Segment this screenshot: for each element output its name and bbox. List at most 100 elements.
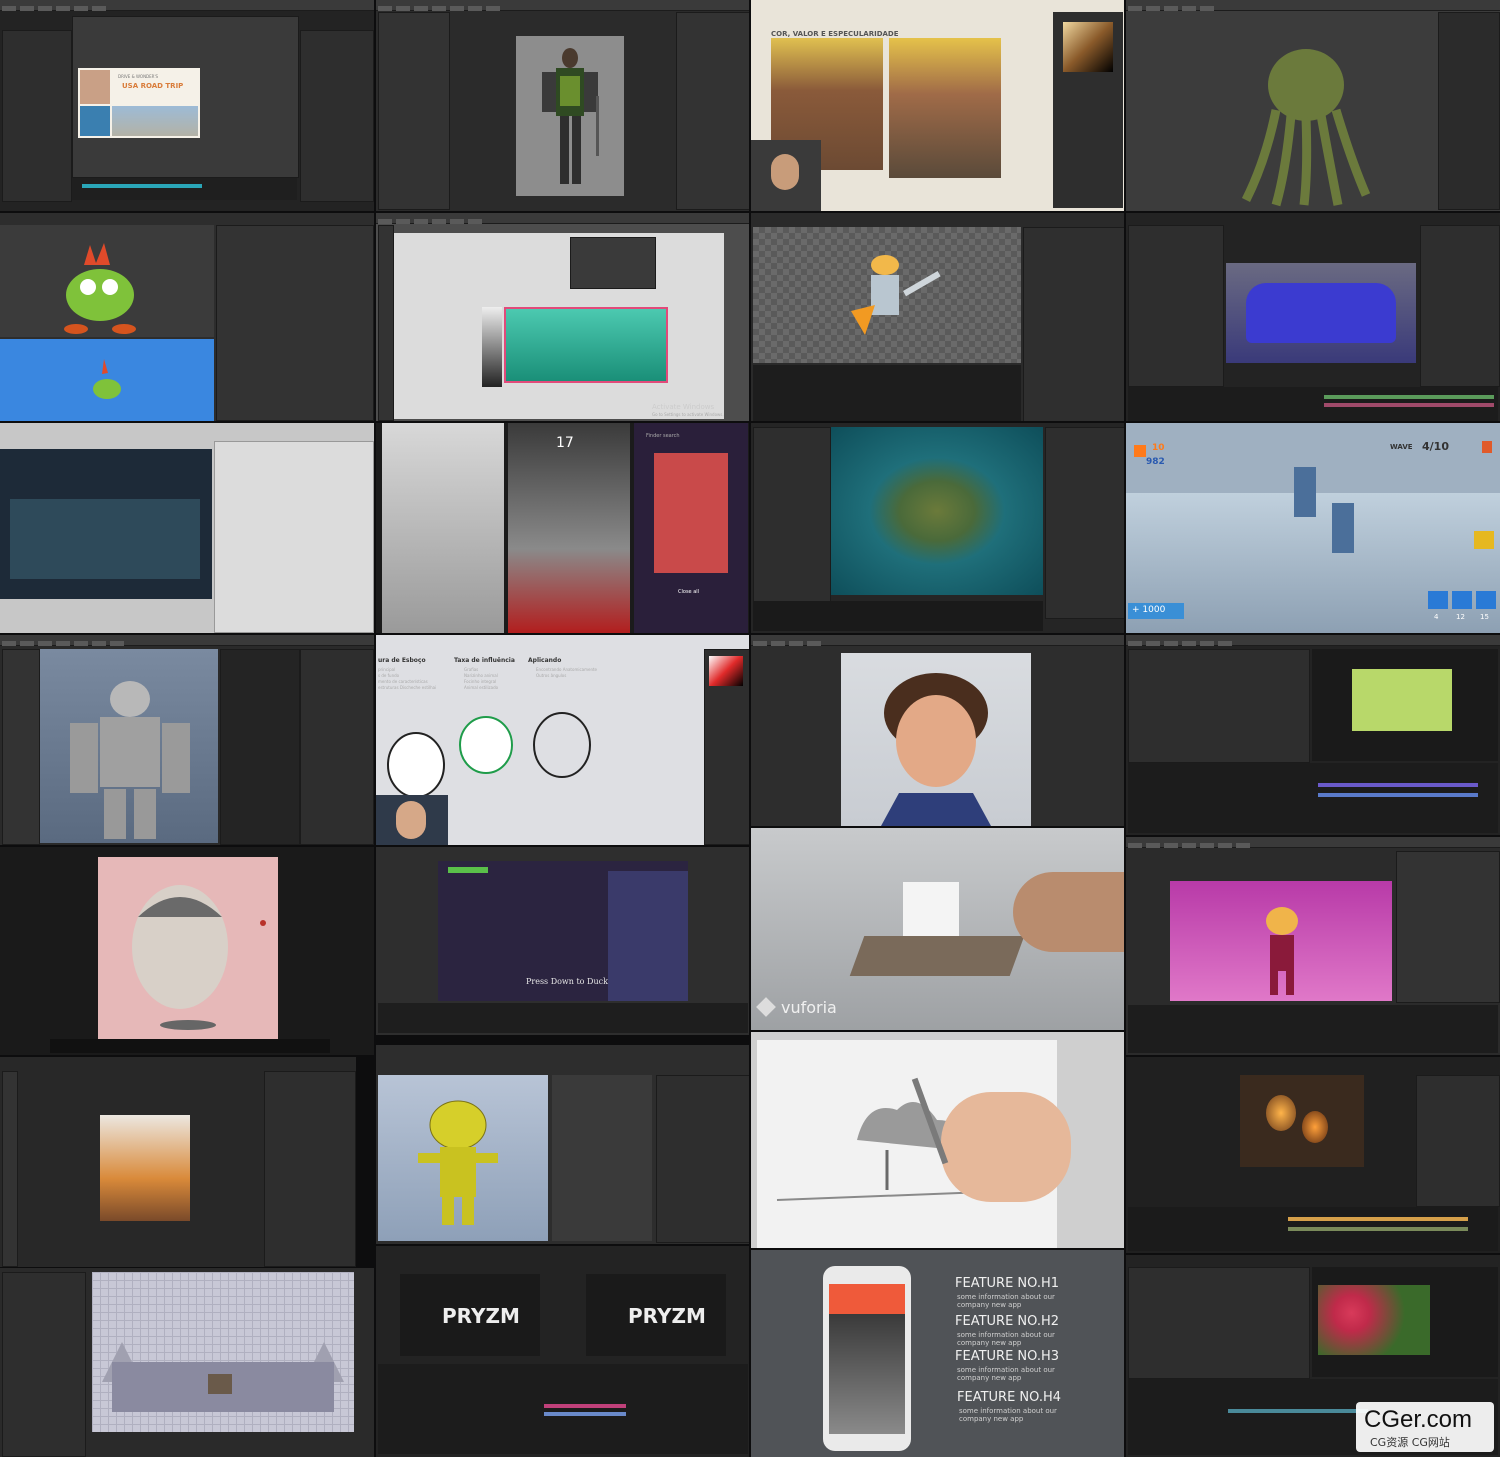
wave-label: WAVE: [1390, 443, 1413, 451]
materials-panel[interactable]: [300, 649, 374, 845]
feature-title: FEATURE NO.H4: [957, 1390, 1062, 1405]
select-button[interactable]: [1474, 531, 1494, 549]
character-panel[interactable]: [570, 237, 656, 289]
timeline[interactable]: [1128, 1207, 1498, 1251]
outliner-panel[interactable]: [220, 649, 300, 845]
site-watermark: CGer.com CG资源 CG网站: [1356, 1402, 1494, 1452]
tower[interactable]: [1332, 503, 1354, 553]
tile-tower-defense-game: 10 982 WAVE 4/10 + 1000 4 12 15: [1126, 423, 1500, 633]
canvas-checker[interactable]: [753, 227, 1021, 363]
menu-bar[interactable]: [1126, 837, 1500, 848]
swatch-column[interactable]: [482, 307, 502, 387]
timeline[interactable]: [72, 178, 297, 200]
activate-windows-title: Activate Windows: [652, 403, 715, 411]
effects-panel[interactable]: [1416, 1075, 1500, 1207]
feature-title: FEATURE NO.H1: [955, 1276, 1060, 1291]
artboard[interactable]: [394, 233, 724, 419]
tile-pencil-drawing: [751, 1032, 1124, 1248]
menu-bar[interactable]: [376, 0, 749, 11]
road-thumb: [112, 106, 198, 136]
console-panel[interactable]: [378, 1003, 748, 1033]
tile-compositing-bulbs: [1126, 1057, 1500, 1253]
game-view[interactable]: [0, 339, 214, 421]
coin-count: 10: [1152, 443, 1165, 453]
tool-shelf[interactable]: [378, 12, 450, 210]
tool-panel[interactable]: [2, 649, 40, 845]
attribute-panel[interactable]: [656, 1075, 749, 1243]
canvas: [100, 1115, 190, 1221]
wireframe-character: [418, 1100, 498, 1225]
face-illustration: [132, 885, 266, 1030]
car-illustration: [504, 307, 668, 383]
histogram-panel[interactable]: [1045, 427, 1124, 619]
timeline[interactable]: [378, 1364, 748, 1454]
material-panel[interactable]: [1438, 12, 1500, 210]
timeline[interactable]: [1128, 1005, 1498, 1053]
fox-character: [1266, 907, 1298, 995]
scene-view[interactable]: [0, 225, 214, 337]
finder-search[interactable]: Finder search: [646, 433, 680, 439]
timeline[interactable]: [1128, 387, 1498, 421]
node-view[interactable]: [1396, 851, 1500, 1003]
scene-viewport[interactable]: [0, 449, 212, 599]
menu-bar[interactable]: [376, 213, 749, 224]
inspector-panel[interactable]: [216, 225, 374, 421]
drawing-hand: [941, 1092, 1071, 1202]
menu-bar[interactable]: [0, 0, 374, 11]
tile-2d-animation-knight: [751, 213, 1124, 421]
pause-button[interactable]: [1482, 441, 1492, 453]
effect-controls[interactable]: [1128, 1267, 1310, 1379]
project-panel[interactable]: [2, 30, 72, 202]
navigator-panel[interactable]: [753, 427, 831, 619]
composition-viewer[interactable]: [1240, 1075, 1364, 1167]
feature-title: FEATURE NO.H2: [955, 1314, 1060, 1329]
source-monitor[interactable]: PRYZM: [400, 1274, 540, 1356]
animation-timeline[interactable]: [753, 365, 1021, 421]
color-panel[interactable]: [704, 649, 749, 845]
audio-mixer[interactable]: [1128, 649, 1310, 763]
details-panel[interactable]: [214, 441, 374, 633]
bottom-toolbar[interactable]: [50, 1039, 330, 1053]
cost-3: 15: [1480, 613, 1489, 621]
build-button[interactable]: [1476, 591, 1496, 609]
inspector-panel[interactable]: [300, 30, 374, 202]
color-picker-panel[interactable]: [1053, 12, 1123, 208]
effects-panel[interactable]: [1420, 225, 1500, 387]
project-panel[interactable]: [1128, 225, 1224, 387]
bulb-glow: [1302, 1111, 1328, 1143]
tile-unity-cartoon: [0, 213, 374, 421]
close-all-button[interactable]: Close all: [678, 589, 699, 595]
feature-title: FEATURE NO.H3: [955, 1349, 1060, 1364]
tile-sculpt-creature: [1126, 0, 1500, 211]
scene-grid[interactable]: [92, 1272, 354, 1432]
tile-video-editor-pryzm: PRYZM PRYZM: [376, 1246, 749, 1457]
properties-panel[interactable]: [676, 12, 749, 210]
viewport[interactable]: [40, 649, 218, 843]
overlay-title: USA ROAD TRIP: [122, 82, 184, 90]
composition-viewer[interactable]: [1226, 263, 1416, 363]
histogram-panel[interactable]: [264, 1071, 356, 1267]
graph-editor[interactable]: [552, 1075, 652, 1241]
timeline[interactable]: [1128, 763, 1498, 833]
hierarchy-panel[interactable]: [2, 1272, 86, 1457]
filmstrip[interactable]: [753, 601, 1043, 631]
app-bar[interactable]: [751, 635, 1124, 646]
layers-panel[interactable]: [1023, 227, 1124, 421]
program-monitor[interactable]: PRYZM: [586, 1274, 726, 1356]
build-button[interactable]: [1452, 591, 1472, 609]
app-card[interactable]: [654, 453, 728, 573]
portrait-thumb: [80, 70, 110, 104]
tools-panel[interactable]: [378, 225, 394, 421]
tile-wall: [608, 871, 688, 1001]
build-button[interactable]: [1428, 591, 1448, 609]
viewport[interactable]: [378, 1075, 548, 1241]
tower[interactable]: [1294, 467, 1316, 517]
program-monitor[interactable]: [1312, 649, 1498, 761]
program-monitor[interactable]: [1312, 1267, 1498, 1377]
tile-phone-screens: 17 Finder search Close all: [376, 423, 749, 633]
menu-bar[interactable]: [1126, 635, 1500, 646]
viewport[interactable]: [516, 36, 624, 196]
tools-panel[interactable]: [2, 1071, 18, 1267]
camera-view[interactable]: [1170, 881, 1392, 1001]
menu-bar[interactable]: [0, 635, 374, 646]
